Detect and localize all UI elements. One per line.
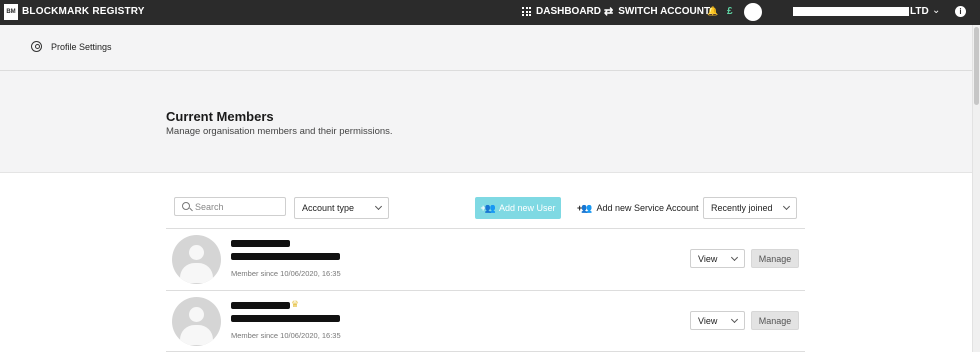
redacted-member-email bbox=[231, 315, 340, 322]
crown-icon: ♛ bbox=[291, 299, 300, 309]
account-type-label: Account type bbox=[302, 203, 355, 213]
user-circle-icon bbox=[31, 41, 42, 52]
add-new-user-label: Add new User bbox=[498, 203, 556, 213]
page-subtitle: Manage organisation members and their pe… bbox=[166, 126, 393, 137]
profile-settings-label: Profile Settings bbox=[51, 41, 112, 52]
search-field[interactable] bbox=[174, 197, 286, 216]
sort-select[interactable]: Recently joined bbox=[703, 197, 797, 219]
member-row: ♛ Member since 10/06/2020, 16:35 View Ma… bbox=[166, 290, 805, 352]
top-navigation-bar: BM BLOCKMARK REGISTRY DASHBOARD ⇄ SWITCH… bbox=[0, 0, 980, 25]
chevron-down-icon bbox=[782, 202, 791, 211]
member-avatar bbox=[172, 297, 221, 346]
dashboard-label: DASHBOARD bbox=[536, 6, 601, 17]
manage-button[interactable]: Manage bbox=[751, 311, 799, 330]
search-icon bbox=[182, 202, 190, 210]
scrollbar-thumb[interactable] bbox=[974, 27, 979, 105]
dashboard-link[interactable]: DASHBOARD bbox=[522, 6, 601, 17]
member-avatar bbox=[172, 235, 221, 284]
brand-logo[interactable]: BM bbox=[4, 4, 18, 20]
manage-button[interactable]: Manage bbox=[751, 249, 799, 268]
switch-account-label: SWITCH ACCOUNT bbox=[618, 6, 711, 17]
add-user-icon: +👥 bbox=[480, 202, 497, 213]
view-label: View bbox=[698, 253, 718, 264]
chevron-down-icon[interactable]: ⌄ bbox=[932, 5, 940, 16]
profile-settings-link[interactable]: Profile Settings bbox=[31, 41, 112, 52]
page-title: Current Members bbox=[166, 109, 274, 124]
redacted-company-name bbox=[793, 7, 909, 16]
chevron-down-icon bbox=[730, 315, 739, 323]
avatar[interactable] bbox=[744, 3, 762, 21]
add-service-account-button[interactable]: +👥 Add new Service Account bbox=[577, 197, 699, 219]
account-type-select[interactable]: Account type bbox=[294, 197, 389, 219]
currency-icon[interactable]: £ bbox=[727, 6, 733, 17]
add-service-account-label: Add new Service Account bbox=[596, 203, 699, 213]
search-input[interactable] bbox=[195, 200, 283, 214]
member-since: Member since 10/06/2020, 16:35 bbox=[231, 269, 341, 278]
scrollbar[interactable] bbox=[972, 25, 980, 352]
redacted-member-name bbox=[231, 240, 290, 247]
sort-label: Recently joined bbox=[711, 203, 773, 213]
member-since: Member since 10/06/2020, 16:35 bbox=[231, 331, 341, 340]
app-title[interactable]: BLOCKMARK REGISTRY bbox=[22, 6, 145, 17]
sub-header: Profile Settings bbox=[0, 25, 972, 71]
redacted-member-name bbox=[231, 302, 290, 309]
add-users-icon: +👥 bbox=[577, 202, 593, 213]
page-header: Current Members Manage organisation memb… bbox=[0, 71, 972, 173]
company-name-suffix[interactable]: LTD bbox=[910, 6, 929, 17]
grid-icon bbox=[522, 7, 531, 16]
view-select[interactable]: View bbox=[690, 249, 745, 268]
switch-account-link[interactable]: ⇄ SWITCH ACCOUNT bbox=[604, 6, 710, 17]
redacted-member-email bbox=[231, 253, 340, 260]
chevron-down-icon bbox=[730, 253, 739, 261]
add-new-user-button[interactable]: +👥 Add new User bbox=[475, 197, 561, 219]
switch-account-icon: ⇄ bbox=[604, 5, 614, 18]
info-icon[interactable]: i bbox=[955, 6, 966, 17]
bell-icon[interactable]: 🔔 bbox=[707, 6, 718, 17]
member-row: Member since 10/06/2020, 16:35 View Mana… bbox=[166, 228, 805, 290]
view-label: View bbox=[698, 315, 718, 326]
chevron-down-icon bbox=[374, 202, 383, 211]
view-select[interactable]: View bbox=[690, 311, 745, 330]
